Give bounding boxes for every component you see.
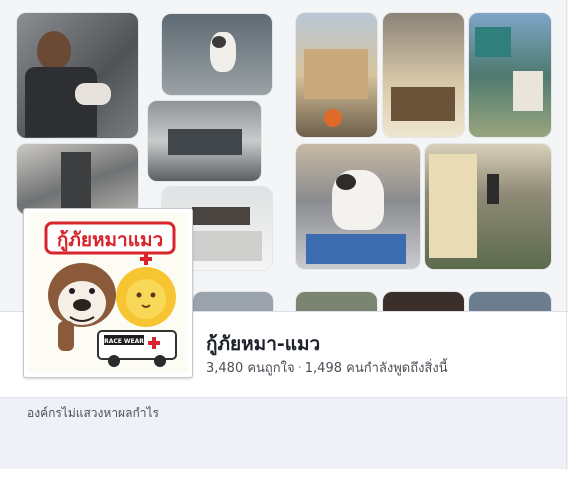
logo-title: กู้ภัยหมาแมว bbox=[57, 229, 163, 252]
bottom-margin bbox=[0, 469, 568, 485]
rescuers-on-wall-photo[interactable] bbox=[425, 144, 551, 269]
cat-on-ledge-photo[interactable] bbox=[162, 14, 272, 95]
rescued-cat-photo[interactable] bbox=[296, 144, 420, 269]
right-divider bbox=[566, 0, 567, 470]
bottom-strip-photo-4[interactable] bbox=[469, 292, 551, 312]
page-category: องค์กรไม่แสวงหาผลกำไร bbox=[27, 406, 159, 420]
bottom-strip-photo-1[interactable] bbox=[193, 292, 273, 312]
bottom-strip-photo-2[interactable] bbox=[296, 292, 377, 312]
shophouse-street-photo[interactable] bbox=[296, 13, 377, 137]
talking-about-count[interactable]: 1,498 คนกำลังพูดถึงสิ่งนี้ bbox=[305, 361, 448, 376]
likes-count[interactable]: 3,480 คนถูกใจ bbox=[206, 361, 295, 376]
page-stats: 3,480 คนถูกใจ · 1,498 คนกำลังพูดถึงสิ่งนี้ bbox=[206, 357, 448, 378]
building-gap-photo[interactable] bbox=[17, 144, 138, 214]
man-holding-cat-photo[interactable] bbox=[17, 13, 138, 138]
ambulance-text: RACE WEAR bbox=[104, 338, 144, 345]
rescue-logo: กู้ภัยหมาแมว RACE WEAR bbox=[28, 213, 188, 373]
balcony-rescue-photo[interactable] bbox=[383, 13, 464, 137]
stats-separator: · bbox=[297, 361, 302, 376]
window-ledge-photo[interactable] bbox=[148, 101, 261, 181]
page-title[interactable]: กู้ภัยหมา-แมว bbox=[206, 329, 320, 359]
building-facade-photo[interactable] bbox=[469, 13, 551, 137]
profile-picture[interactable]: กู้ภัยหมาแมว RACE WEAR bbox=[23, 208, 193, 378]
rescue-logo-art: กู้ภัยหมาแมว RACE WEAR bbox=[28, 213, 188, 373]
bottom-strip-photo-3[interactable] bbox=[383, 292, 464, 312]
